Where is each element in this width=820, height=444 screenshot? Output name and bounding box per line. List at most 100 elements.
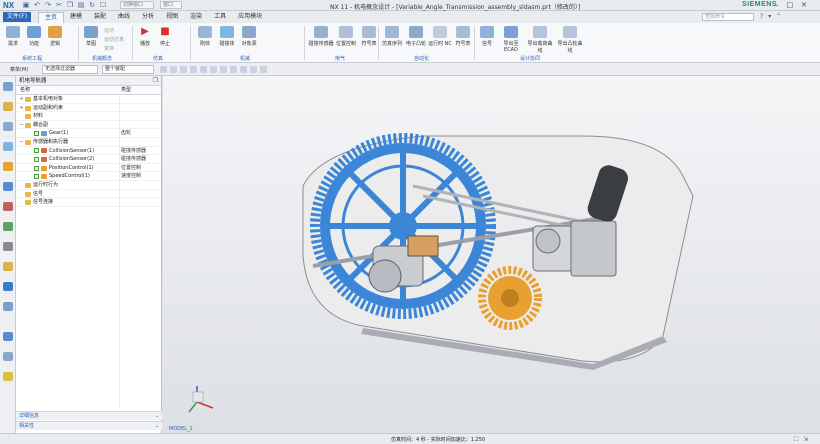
palette-icon[interactable]	[3, 302, 13, 311]
web-browser-icon[interactable]	[3, 202, 13, 211]
tab-home[interactable]: 主页	[38, 12, 65, 23]
expand-icon[interactable]: +	[19, 95, 24, 104]
tab-render[interactable]: 渲染	[184, 12, 208, 23]
object-source-button[interactable]: 对象源	[238, 26, 260, 47]
maximize-icon[interactable]: □	[787, 1, 794, 9]
window-menu-button[interactable]: 窗口	[160, 1, 182, 9]
export-ecad-button[interactable]: 导出至 ECAD	[498, 26, 524, 53]
settings-icon[interactable]	[3, 352, 13, 361]
logic-button[interactable]: 逻辑	[44, 26, 66, 47]
tree-row[interactable]: + 基本机电对象	[16, 95, 161, 104]
select-icon[interactable]	[160, 66, 167, 73]
view-orient-icon[interactable]	[250, 66, 257, 73]
checkbox-icon[interactable]	[34, 131, 39, 137]
shapes-icon[interactable]	[3, 372, 13, 381]
play-button[interactable]: ▶ 播放	[134, 26, 156, 47]
tree-row[interactable]: CollisionSensor(2) 碰撞传感器	[16, 155, 161, 164]
render-style-icon[interactable]	[260, 66, 267, 73]
part-navigator-icon[interactable]	[3, 142, 13, 151]
tab-analysis[interactable]: 分析	[136, 12, 160, 23]
paste-icon[interactable]: ▤	[77, 1, 85, 9]
filter-icon[interactable]	[180, 66, 187, 73]
minimize-icon[interactable]: –	[775, 1, 779, 9]
column-name[interactable]: 名称	[20, 86, 30, 95]
function-button[interactable]: 功能	[23, 26, 45, 47]
fullscreen-icon[interactable]: ⛶	[794, 436, 798, 444]
point-icon[interactable]	[190, 66, 197, 73]
panel-restore-icon[interactable]: ❐	[153, 76, 158, 86]
cut-icon[interactable]: ✂	[55, 1, 63, 9]
symbol-table-2-button[interactable]: 符号表	[452, 26, 474, 47]
checkbox-icon[interactable]	[34, 165, 39, 171]
tab-applications[interactable]: 应用模块	[232, 12, 268, 23]
save-icon[interactable]: ▣	[22, 1, 30, 9]
tree-row[interactable]: 信号连接	[16, 198, 161, 207]
main-menu-button[interactable]: 菜单(M)	[10, 66, 28, 73]
copy-icon[interactable]: ❐	[66, 1, 74, 9]
selection-scope-dropdown[interactable]: 整个装配	[102, 65, 154, 74]
tab-assembly[interactable]: 装配	[88, 12, 112, 23]
system-materials-icon[interactable]	[3, 282, 13, 291]
touch-mode-icon[interactable]: ☐	[99, 1, 107, 9]
navigator-icon[interactable]	[3, 82, 13, 91]
bearing-hub[interactable]	[368, 259, 402, 293]
center-icon[interactable]	[220, 66, 227, 73]
tree-row[interactable]: − 传感器和执行器	[16, 138, 161, 147]
tab-curve[interactable]: 曲线	[112, 12, 136, 23]
motion-sim-item[interactable]: 运动仿真	[104, 36, 124, 43]
switch-window-button[interactable]: 切换窗口	[120, 1, 154, 9]
motor-gearbox[interactable]	[570, 220, 617, 277]
tree-row[interactable]: SpeedControl(1) 速度控制	[16, 172, 161, 181]
checkbox-icon[interactable]	[34, 148, 39, 154]
process-studio-icon[interactable]	[3, 242, 13, 251]
tree-row[interactable]: CollisionSensor(1) 碰撞传感器	[16, 147, 161, 156]
reuse-library-icon[interactable]	[3, 162, 13, 171]
bronze-bushing[interactable]	[407, 235, 439, 257]
tree-row[interactable]: PositionControl(1) 位置控制	[16, 164, 161, 173]
tree-row[interactable]: 信号	[16, 190, 161, 199]
hd3d-icon[interactable]	[3, 182, 13, 191]
export-load-curve-button[interactable]: 导出载荷曲线	[526, 26, 554, 54]
base-plate[interactable]	[302, 135, 694, 363]
redo-icon[interactable]: ↷	[44, 1, 52, 9]
column-type[interactable]: 类型	[121, 86, 131, 95]
quadrant-icon[interactable]	[230, 66, 237, 73]
tree-row[interactable]: − 耦合副	[16, 121, 161, 130]
stop-button[interactable]: ■ 停止	[154, 26, 176, 47]
undo-icon[interactable]: ↶	[33, 1, 41, 9]
collapse-icon[interactable]: −	[19, 138, 24, 147]
rigid-body-button[interactable]: 刚体	[194, 26, 216, 47]
clock-icon[interactable]	[3, 332, 13, 341]
assembly-navigator-icon[interactable]	[3, 102, 13, 111]
endpoint-icon[interactable]	[200, 66, 207, 73]
signal-button[interactable]: 信号	[476, 26, 498, 47]
help-icon[interactable]: ?	[760, 13, 763, 20]
export-cam-curve-button[interactable]: 导出凸轮曲线	[556, 26, 584, 54]
details-panel-toggle[interactable]: 详细信息 ⌄	[16, 411, 162, 420]
requirements-button[interactable]: 需求	[2, 26, 24, 47]
expand-icon[interactable]: ⇲	[803, 436, 808, 444]
tree-row[interactable]: 运行时行为	[16, 181, 161, 190]
runtime-nc-button[interactable]: 运行时 NC	[428, 26, 452, 47]
midpoint-icon[interactable]	[210, 66, 217, 73]
checkbox-icon[interactable]	[34, 174, 39, 180]
position-control-button[interactable]: 位置控制	[334, 26, 358, 47]
sim-sequence-button[interactable]: 仿真序列	[380, 26, 404, 47]
tree-row[interactable]: 材料	[16, 112, 161, 121]
collapse-icon[interactable]: −	[19, 121, 24, 130]
intersection-icon[interactable]	[240, 66, 247, 73]
history-icon[interactable]	[3, 222, 13, 231]
repeat-icon[interactable]: ↻	[88, 1, 96, 9]
command-search-input[interactable]: 查找命令	[702, 13, 754, 21]
collision-sensor-button[interactable]: 碰撞传感器	[308, 26, 334, 47]
tab-modeling[interactable]: 建模	[64, 12, 88, 23]
file-menu[interactable]: 文件(F)	[3, 12, 31, 22]
checkbox-icon[interactable]	[34, 156, 39, 162]
motion-item[interactable]: 运动	[104, 27, 114, 34]
tree-row[interactable]: Gear(1) 齿轮	[16, 129, 161, 138]
tab-view[interactable]: 视图	[160, 12, 184, 23]
tab-tools[interactable]: 工具	[208, 12, 232, 23]
roles-icon[interactable]	[3, 262, 13, 271]
graphics-viewport[interactable]: MODEL_1	[163, 76, 820, 433]
close-icon[interactable]: ✕	[801, 1, 807, 9]
